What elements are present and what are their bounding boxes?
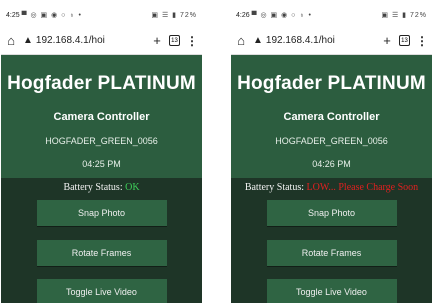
url-field[interactable]: ▲ 192.168.4.1/hoi: [23, 35, 145, 46]
battery-status: Battery Status: LOW... Please Charge Soo…: [231, 182, 432, 193]
url-field[interactable]: ▲ 192.168.4.1/hoi: [253, 35, 375, 46]
notification-icons: ▀ ◎ ▣ ◉ ○ ♁ •: [21, 12, 82, 19]
status-bar: 4:26 ▀ ◎ ▣ ◉ ○ ♁ • ▣ ☰ ▮ 72%: [231, 3, 432, 27]
tab-switcher-button[interactable]: 13: [399, 35, 410, 46]
toggle-live-video-button[interactable]: Toggle Live Video: [266, 279, 397, 303]
new-tab-icon[interactable]: +: [151, 33, 163, 48]
url-text: 192.168.4.1/hoi: [35, 35, 105, 46]
home-icon[interactable]: ⌂: [5, 33, 17, 48]
device-id: HOGFADER_GREEN_0056: [275, 136, 388, 146]
device-time: 04:26 PM: [312, 159, 351, 169]
notification-icons: ▀ ◎ ▣ ◉ ○ ♁ •: [251, 12, 312, 19]
app-title: Hogfader PLATINUM: [237, 73, 426, 94]
phone-screen-right: 4:26 ▀ ◎ ▣ ◉ ○ ♁ • ▣ ☰ ▮ 72% ⌂ ▲ 192.168…: [231, 3, 432, 303]
app-title: Hogfader PLATINUM: [7, 73, 196, 94]
battery-status-value: OK: [125, 182, 140, 193]
system-status-icons: ▣ ☰ ▮ 72%: [381, 12, 427, 19]
more-menu-icon[interactable]: ⋮: [186, 34, 198, 48]
rotate-frames-button[interactable]: Rotate Frames: [266, 240, 397, 266]
toggle-live-video-button[interactable]: Toggle Live Video: [36, 279, 167, 303]
home-icon[interactable]: ⌂: [235, 33, 247, 48]
snap-photo-button[interactable]: Snap Photo: [266, 200, 397, 226]
app-header: Hogfader PLATINUM Camera Controller HOGF…: [1, 55, 202, 178]
not-secure-warning-icon[interactable]: ▲: [253, 35, 263, 46]
app-header: Hogfader PLATINUM Camera Controller HOGF…: [231, 55, 432, 178]
battery-status-label: Battery Status:: [63, 182, 126, 193]
battery-status-label: Battery Status:: [244, 182, 307, 193]
app-subtitle: Camera Controller: [283, 111, 380, 123]
status-bar: 4:25 ▀ ◎ ▣ ◉ ○ ♁ • ▣ ☰ ▮ 72%: [1, 3, 202, 27]
battery-status: Battery Status: OK: [1, 182, 202, 193]
url-text: 192.168.4.1/hoi: [265, 35, 335, 46]
phone-screen-left: 4:25 ▀ ◎ ▣ ◉ ○ ♁ • ▣ ☰ ▮ 72% ⌂ ▲ 192.168…: [1, 3, 202, 303]
status-time: 4:25: [6, 12, 20, 19]
device-time: 04:25 PM: [82, 159, 121, 169]
more-menu-icon[interactable]: ⋮: [416, 34, 428, 48]
battery-status-value: LOW... Please Charge Soon: [306, 182, 419, 193]
system-status-icons: ▣ ☰ ▮ 72%: [151, 12, 197, 19]
new-tab-icon[interactable]: +: [381, 33, 393, 48]
device-id: HOGFADER_GREEN_0056: [45, 136, 158, 146]
browser-address-bar: ⌂ ▲ 192.168.4.1/hoi + 13 ⋮: [1, 27, 202, 55]
status-time: 4:26: [236, 12, 250, 19]
app-subtitle: Camera Controller: [53, 111, 150, 123]
not-secure-warning-icon[interactable]: ▲: [23, 35, 33, 46]
browser-address-bar: ⌂ ▲ 192.168.4.1/hoi + 13 ⋮: [231, 27, 432, 55]
rotate-frames-button[interactable]: Rotate Frames: [36, 240, 167, 266]
snap-photo-button[interactable]: Snap Photo: [36, 200, 167, 226]
tab-switcher-button[interactable]: 13: [169, 35, 180, 46]
